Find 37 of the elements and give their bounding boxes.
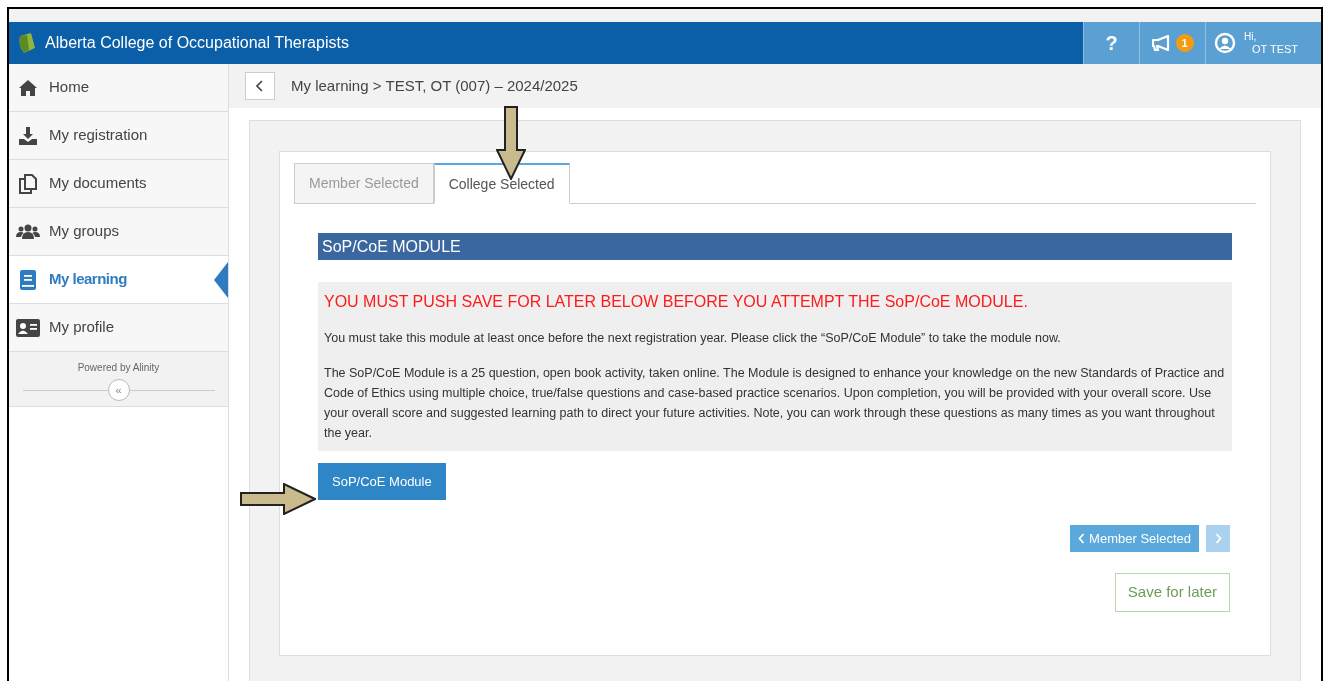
sidebar-item[interactable]: Home: [9, 64, 228, 112]
app-title: Alberta College of Occupational Therapists: [45, 33, 349, 53]
documents-icon: [19, 173, 37, 194]
sidebar-item[interactable]: My profile: [9, 304, 228, 352]
tab[interactable]: Member Selected: [294, 163, 434, 203]
breadcrumb-current: TEST, OT (007) – 2024/2025: [385, 75, 578, 96]
module-button[interactable]: SoP/CoE Module: [318, 463, 446, 500]
back-button[interactable]: [245, 72, 275, 100]
chevron-left-icon: [1078, 533, 1086, 544]
user-name: OT TEST: [1251, 43, 1299, 56]
section-header: SoP/CoE MODULE: [318, 233, 1232, 260]
collapse-sidebar-button[interactable]: «: [107, 379, 130, 401]
user-menu[interactable]: Hi, OT TEST: [1205, 22, 1321, 64]
people-icon: [16, 223, 40, 240]
warning-text: YOU MUST PUSH SAVE FOR LATER BELOW BEFORE YOU ATTEMPT THE SoP/CoE MODULE.: [324, 292, 1029, 312]
download-icon: [18, 126, 38, 145]
sidebar-item[interactable]: My documents: [9, 160, 228, 208]
help-button[interactable]: ?: [1083, 22, 1139, 64]
book-icon: [20, 269, 36, 290]
id-card-icon: [16, 318, 40, 337]
greeting-text: Hi,: [1244, 30, 1258, 43]
logo-icon: [17, 32, 37, 54]
user-icon: [1214, 32, 1236, 54]
sidebar-item[interactable]: My groups: [9, 208, 228, 256]
sidebar-item[interactable]: My registration: [9, 112, 228, 160]
save-for-later-button[interactable]: Save for later: [1114, 573, 1230, 612]
notification-badge: 1: [1175, 34, 1194, 52]
tab[interactable]: College Selected: [433, 163, 570, 204]
breadcrumb-link[interactable]: My learning >: [291, 74, 382, 98]
megaphone-icon: [1151, 35, 1172, 51]
body-paragraph: The SoP/CoE Module is a 25 question, open book activity, taken online. The Module is designed to enhance your knowledge on the new Standards of Practice and Code of Ethics using multiple choice, true/false questions and case-based practice scenarios. Upon completion, you will be provided with your overall score. Use your overall score and suggested learning path to direct your future activities. Note, you can work through these questions as many times as you want throughout the year.: [324, 365, 1226, 442]
previous-button[interactable]: Member Selected: [1070, 525, 1199, 552]
powered-by-text: Powered by Alinity: [77, 361, 160, 375]
chevron-right-icon: [1214, 533, 1222, 544]
body-paragraph: You must take this module at least once before the next registration year. Please click the “SoP/CoE Module” to take the module now.: [324, 330, 1062, 347]
home-icon: [18, 78, 38, 97]
chevron-left-icon: [256, 80, 264, 92]
